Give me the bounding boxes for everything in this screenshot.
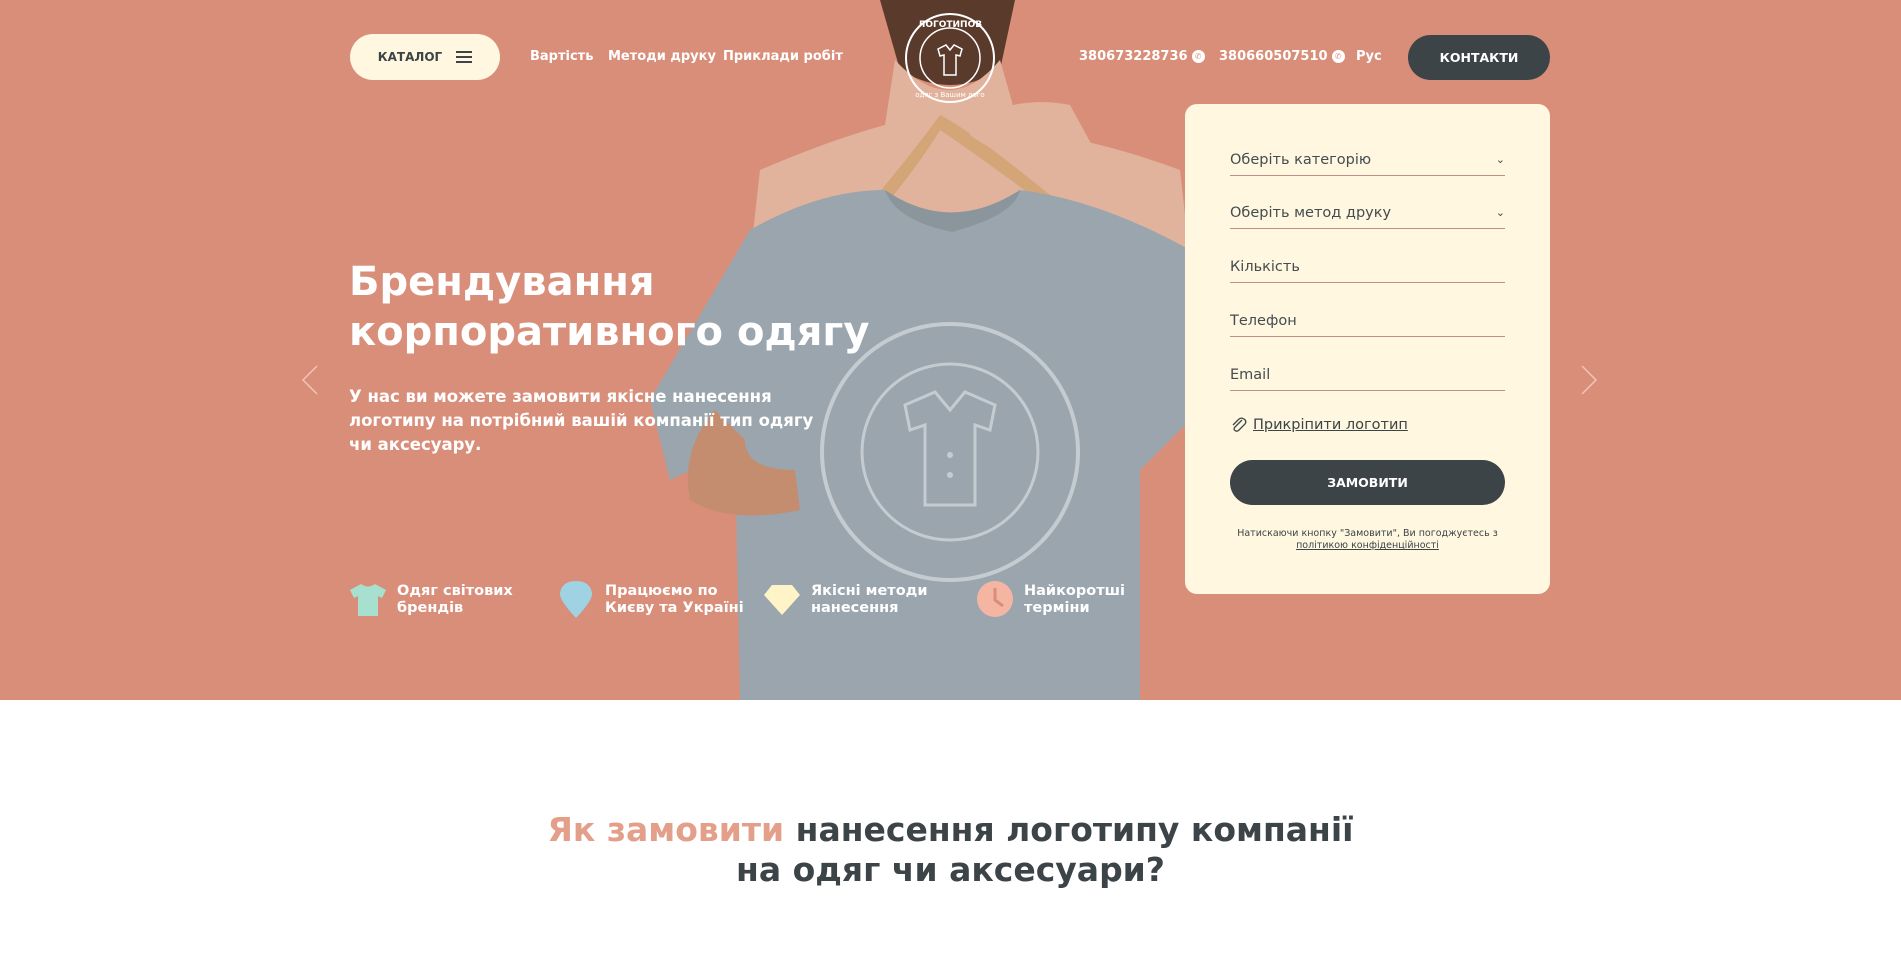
feature-quality-line-2: нанесення xyxy=(811,600,899,616)
order-form: Оберіть категорію ⌄ Оберіть метод друку … xyxy=(1185,104,1550,594)
contacts-label: КОНТАКТИ xyxy=(1439,50,1519,65)
title-accent: Як замовити xyxy=(547,810,785,849)
nav-link-print-methods[interactable]: Методи друку xyxy=(608,49,716,64)
phone-link-2[interactable]: 380660507510 ✆ xyxy=(1219,49,1345,64)
feature-deadlines-line-1: Найкоротші xyxy=(1024,583,1125,599)
how-to-order-title: Як замовити нанесення логотипу компанії … xyxy=(0,810,1901,890)
submit-order-label: ЗАМОВИТИ xyxy=(1327,475,1408,490)
catalog-button[interactable]: КАТАЛОГ xyxy=(350,34,500,80)
chevron-down-icon: ⌄ xyxy=(1495,206,1505,219)
chevron-down-icon: ⌄ xyxy=(1495,153,1505,166)
viber-icon: ✆ xyxy=(1191,50,1205,63)
viber-icon: ✆ xyxy=(1331,50,1345,63)
feature-brands-line-1: Одяг світових xyxy=(397,583,513,599)
phone-field[interactable]: Телефон xyxy=(1230,307,1505,337)
privacy-consent: Натискаючи кнопку "Замовити", Ви погоджу… xyxy=(1215,528,1520,552)
hero-title: Брендування корпоративного одягу xyxy=(349,257,909,357)
hero-subtitle: У нас ви можете замовити якісне нанесенн… xyxy=(349,387,814,454)
submit-order-button[interactable]: ЗАМОВИТИ xyxy=(1230,460,1505,505)
slider-prev-arrow-icon[interactable] xyxy=(300,364,320,396)
feature-quality-line-1: Якісні методи xyxy=(811,583,928,599)
feature-deadlines-line-2: терміни xyxy=(1024,600,1090,616)
print-method-select[interactable]: Оберіть метод друку ⌄ xyxy=(1230,199,1505,229)
slider-next-arrow-icon[interactable] xyxy=(1579,364,1599,396)
feature-coverage: Працюємо по Києву та Україні xyxy=(557,580,745,618)
print-method-select-value: Оберіть метод друку xyxy=(1230,204,1392,221)
quantity-placeholder: Кількість xyxy=(1230,258,1300,275)
menu-icon xyxy=(456,51,473,63)
diamond-icon xyxy=(764,585,800,615)
consent-text: Натискаючи кнопку "Замовити", Ви погоджу… xyxy=(1237,528,1498,539)
attach-logo-label: Прикріпити логотип xyxy=(1253,416,1408,433)
feature-deadlines: Найкоротші терміни xyxy=(976,580,1164,618)
hero-section: КАТАЛОГ Вартість Методи друку Приклади р… xyxy=(0,0,1901,700)
svg-text:ЛОГОТИПОВ: ЛОГОТИПОВ xyxy=(918,20,982,30)
title-line-2: на одяг чи аксесуари? xyxy=(736,850,1165,889)
feature-coverage-line-1: Працюємо по xyxy=(605,583,718,599)
phone-link-1[interactable]: 380673228736 ✆ xyxy=(1079,49,1205,64)
title-rest: нанесення логотипу компанії xyxy=(784,810,1354,849)
hero-title-line-1: Брендування xyxy=(349,259,655,305)
feature-coverage-line-2: Києву та Україні xyxy=(605,600,744,616)
feature-brands: Одяг світових брендів xyxy=(349,580,537,618)
category-select[interactable]: Оберіть категорію ⌄ xyxy=(1230,146,1505,176)
privacy-policy-link[interactable]: політикою конфіденційності xyxy=(1215,540,1520,552)
brand-logo[interactable]: ЛОГОТИПОВ одяг з Вашим лого xyxy=(903,11,997,105)
phone-number-1: 380673228736 xyxy=(1079,49,1188,64)
paperclip-icon xyxy=(1232,417,1247,432)
hero-title-line-2: корпоративного одягу xyxy=(349,309,870,355)
tshirt-icon xyxy=(350,584,386,616)
category-select-value: Оберіть категорію xyxy=(1230,151,1372,168)
clock-icon xyxy=(977,581,1013,617)
location-pin-icon xyxy=(559,581,593,618)
phone-number-2: 380660507510 xyxy=(1219,49,1328,64)
attach-logo-link[interactable]: Прикріпити логотип xyxy=(1230,416,1408,433)
email-field[interactable]: Email xyxy=(1230,361,1505,391)
email-placeholder: Email xyxy=(1230,366,1271,383)
phone-placeholder: Телефон xyxy=(1230,312,1297,329)
quantity-field[interactable]: Кількість xyxy=(1230,253,1505,283)
nav-link-pricing[interactable]: Вартість xyxy=(530,49,593,64)
language-switch[interactable]: Рус xyxy=(1356,49,1382,64)
catalog-label: КАТАЛОГ xyxy=(377,50,443,64)
contacts-button[interactable]: КОНТАКТИ xyxy=(1408,35,1550,80)
svg-text:одяг з Вашим лого: одяг з Вашим лого xyxy=(915,91,984,99)
nav-link-portfolio[interactable]: Приклади робіт xyxy=(723,49,843,64)
feature-quality: Якісні методи нанесення xyxy=(763,580,951,618)
feature-brands-line-2: брендів xyxy=(397,600,464,616)
